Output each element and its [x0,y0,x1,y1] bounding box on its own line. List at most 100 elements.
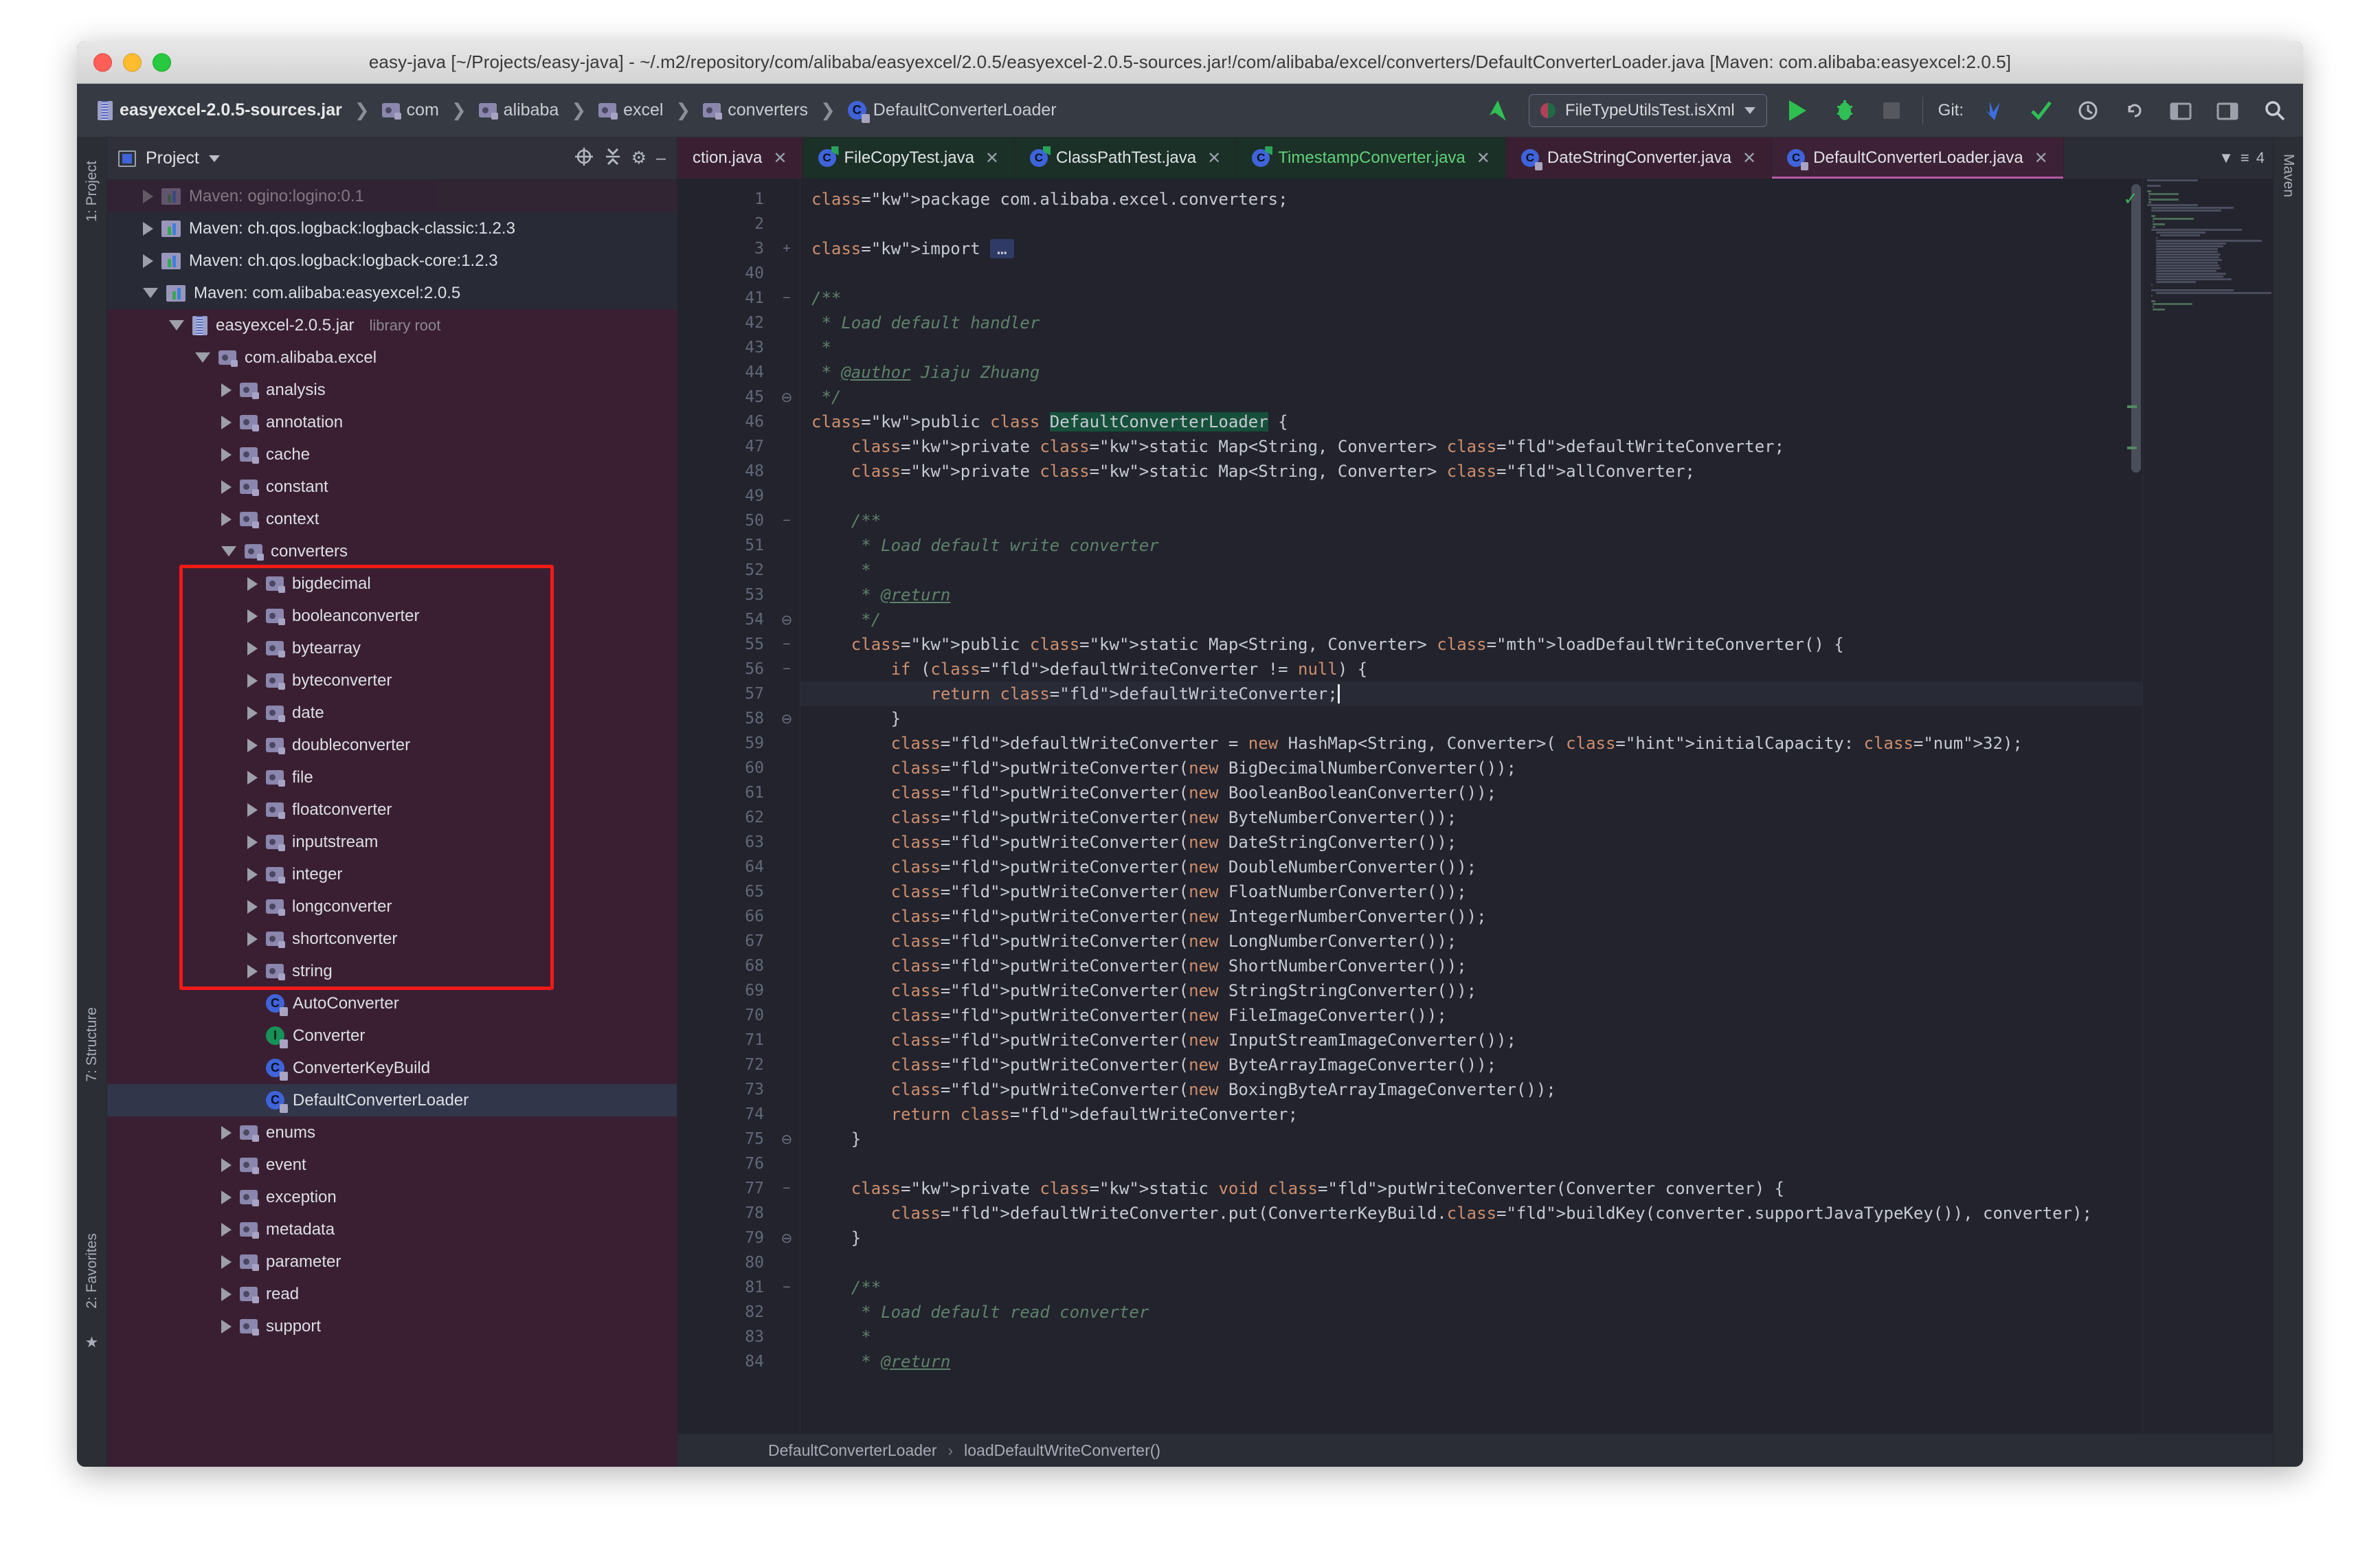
code-line[interactable]: if (class="fld">defaultWriteConverter !=… [800,657,2273,682]
code-line[interactable]: class="fld">putWriteConverter(new ShortN… [800,954,2273,978]
chevron-right-icon[interactable] [247,965,258,978]
code-line[interactable]: class="fld">putWriteConverter(new Boxing… [800,1077,2273,1102]
code-line[interactable]: class="fld">putWriteConverter(new InputS… [800,1028,2273,1052]
tree-node[interactable]: annotation [107,406,677,438]
settings-gear-icon[interactable]: ⚙ [631,150,647,167]
close-icon[interactable]: ✕ [773,148,787,168]
tab-overflow-controls[interactable]: ▼≡4 [2219,137,2273,179]
code-line[interactable]: /** [800,508,2273,533]
tree-node[interactable]: com.alibaba.excel [107,341,677,374]
tree-node[interactable]: read [107,1278,677,1310]
code-line[interactable]: class="kw">public class DefaultConverter… [800,409,2273,434]
tree-node[interactable]: string [107,955,677,987]
code-line[interactable]: * Load default read converter [800,1300,2273,1325]
code-line[interactable] [800,1151,2273,1176]
breadcrumb-converters[interactable]: converters [700,99,811,122]
chevron-right-icon[interactable] [143,222,153,236]
stop-button[interactable] [1876,95,1907,126]
breadcrumb-class-name[interactable]: DefaultConverterLoader [768,1441,936,1460]
editor-tab[interactable]: CDateStringConverter.java✕ [1506,137,1772,179]
tree-node[interactable]: IConverter [107,1020,677,1052]
tree-node[interactable]: longconverter [107,890,677,923]
code-line[interactable]: class="kw">private class="kw">static voi… [800,1176,2273,1201]
editor-tab[interactable]: CDefaultConverterLoader.java✕ [1772,137,2064,179]
tree-node[interactable]: floatconverter [107,793,677,826]
editor-tab[interactable]: CClassPathTest.java✕ [1015,137,1237,179]
build-project-icon[interactable] [1482,95,1514,126]
chevron-right-icon[interactable] [247,771,258,785]
chevron-right-icon[interactable] [247,900,258,914]
code-line[interactable]: class="fld">putWriteConverter(new ByteNu… [800,805,2273,830]
maximize-button[interactable] [153,53,171,71]
sidebar-item-maven[interactable]: Maven [2280,154,2297,197]
code-line[interactable]: class="fld">putWriteConverter(new Intege… [800,904,2273,929]
code-line[interactable]: * @return [800,583,2273,607]
code-line[interactable] [800,484,2273,508]
code-line[interactable] [800,261,2273,286]
chevron-right-icon[interactable] [247,609,258,623]
tree-node[interactable]: CConverterKeyBuild [107,1052,677,1084]
tree-node[interactable]: Maven: com.alibaba:easyexcel:2.0.5 [107,277,677,309]
source-code[interactable]: class="kw">package com.alibaba.excel.con… [800,179,2273,1434]
code-line[interactable]: * [800,1325,2273,1349]
close-icon[interactable]: ✕ [1477,148,1490,168]
chevron-down-icon[interactable] [169,320,184,330]
vcs-history-icon[interactable] [2072,95,2104,126]
code-line[interactable]: class="fld">putWriteConverter(new String… [800,978,2273,1003]
code-line[interactable]: return class="fld">defaultWriteConverter… [800,682,2273,706]
code-line[interactable]: class="kw">import … [800,236,2273,261]
tree-node[interactable]: cache [107,438,677,471]
chevron-right-icon[interactable] [143,190,153,203]
tree-node[interactable]: support [107,1310,677,1342]
tree-node[interactable]: date [107,697,677,729]
search-icon[interactable] [2259,95,2291,126]
tree-node[interactable]: doubleconverter [107,729,677,761]
code-line[interactable]: class="fld">putWriteConverter(new LongNu… [800,929,2273,954]
tree-node[interactable]: enums [107,1116,677,1149]
breadcrumb-alibaba[interactable]: alibaba [476,99,562,122]
code-line[interactable]: /** [800,1275,2273,1300]
breadcrumb-class[interactable]: C DefaultConverterLoader [845,99,1059,122]
chevron-right-icon[interactable] [143,254,153,268]
project-tree[interactable]: Maven: ogino:logino:0.1Maven: ch.qos.log… [107,180,677,1467]
code-line[interactable]: * [800,335,2273,360]
tree-node[interactable]: Maven: ch.qos.logback:logback-classic:1.… [107,212,677,245]
close-icon[interactable]: ✕ [985,148,999,168]
code-line[interactable]: * @return [800,1349,2273,1374]
tree-node[interactable]: booleanconverter [107,600,677,632]
code-line[interactable]: return class="fld">defaultWriteConverter… [800,1102,2273,1127]
code-line[interactable]: class="fld">putWriteConverter(new Boolea… [800,780,2273,805]
minimize-button[interactable] [123,53,142,71]
tab-list-icon[interactable]: ≡ [2241,149,2249,167]
fold-marker[interactable]: − [774,657,800,682]
chevron-right-icon[interactable] [247,803,258,817]
sidebar-item-structure[interactable]: 7: Structure [84,1007,100,1082]
chevron-right-icon[interactable] [247,577,258,591]
editor-scrollbar[interactable] [2131,179,2141,1434]
navigation-breadcrumb[interactable]: easyexcel-2.0.5-sources.jar ❯ com ❯ alib… [95,99,1059,122]
hide-panel-icon[interactable]: ‒ [656,150,666,167]
fold-marker[interactable]: ⊖ [774,607,800,632]
chevron-right-icon[interactable] [247,739,258,752]
tree-node[interactable]: inputstream [107,826,677,858]
code-line[interactable]: class="fld">putWriteConverter(new ByteAr… [800,1052,2273,1077]
code-line[interactable]: class="fld">putWriteConverter(new FloatN… [800,879,2273,904]
chevron-right-icon[interactable] [221,1223,232,1237]
chevron-right-icon[interactable] [221,513,232,526]
fold-marker[interactable]: + [774,236,800,261]
run-button[interactable] [1782,95,1814,126]
editor-tab[interactable]: CFileCopyTest.java✕ [803,137,1015,179]
tree-node[interactable]: event [107,1149,677,1181]
chevron-right-icon[interactable] [247,868,258,881]
fold-marker[interactable]: ⊖ [774,706,800,731]
code-line[interactable]: */ [800,607,2273,632]
chevron-right-icon[interactable] [221,383,232,397]
chevron-right-icon[interactable] [221,1191,232,1204]
sidebar-item-favorites[interactable]: 2: Favorites [84,1233,100,1309]
tree-node[interactable]: metadata [107,1213,677,1246]
code-line[interactable]: } [800,1127,2273,1151]
chevron-right-icon[interactable] [221,448,232,462]
fold-marker[interactable]: − [774,508,800,533]
code-line[interactable]: } [800,706,2273,731]
project-view-chevron-down-icon[interactable] [209,155,220,162]
